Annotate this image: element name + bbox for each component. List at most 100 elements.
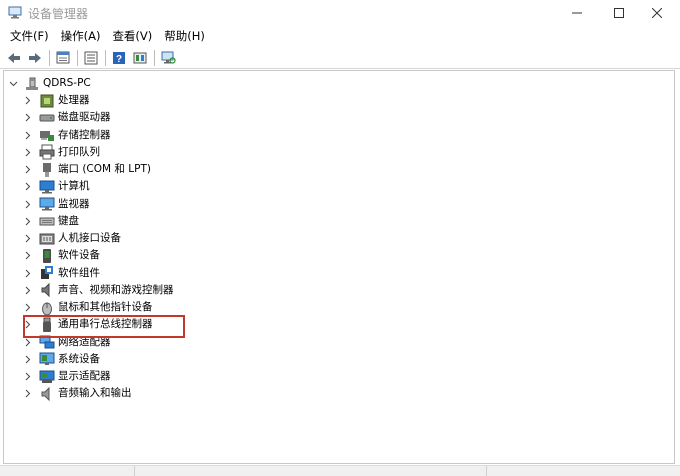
expander[interactable] [22, 265, 34, 282]
chevron-right-icon [25, 338, 31, 346]
expander[interactable] [22, 230, 34, 247]
close-button[interactable] [634, 0, 680, 26]
toolbar: ? [0, 47, 680, 69]
menu-file[interactable]: 文件(F) [4, 27, 55, 46]
minimize-button[interactable] [554, 0, 600, 26]
forward-button[interactable] [25, 49, 45, 67]
device-manager-app-icon [8, 6, 22, 19]
chevron-right-icon [25, 355, 31, 364]
expander[interactable] [22, 161, 34, 178]
properties-icon [56, 51, 70, 64]
toolbar-separator [77, 49, 78, 66]
tree-root-label: QDRS-PC [43, 77, 91, 89]
toolbar-separator [105, 49, 106, 66]
help-icon: ? [113, 51, 125, 65]
chevron-right-icon [25, 96, 31, 105]
title-bar: 设备管理器 [0, 0, 680, 26]
back-button[interactable] [4, 49, 24, 67]
tree-item-label: 声音、视频和游戏控制器 [58, 283, 174, 296]
expander[interactable] [22, 213, 34, 230]
chevron-right-icon [25, 372, 31, 381]
display-adapter-icon [39, 369, 55, 385]
chevron-right-icon [25, 148, 31, 157]
system-device-icon [39, 351, 55, 367]
chevron-down-icon [9, 81, 17, 87]
expander[interactable] [22, 109, 34, 126]
properties-button[interactable] [53, 49, 73, 67]
tree-item-label: 软件组件 [58, 266, 100, 279]
tree-item[interactable]: 软件设备 [22, 247, 100, 264]
tree-item[interactable]: 存储控制器 [22, 127, 111, 144]
chevron-right-icon [25, 217, 31, 226]
tree-item-label: 监视器 [58, 197, 90, 210]
tree-item-label: 打印队列 [58, 145, 100, 158]
hid-icon [39, 231, 55, 247]
tree-item-label: 软件设备 [58, 249, 100, 262]
menu-help[interactable]: 帮助(H) [158, 27, 211, 46]
expander[interactable] [22, 178, 34, 195]
tree-item-label: 处理器 [58, 94, 90, 106]
tree-item[interactable]: 声音、视频和游戏控制器 [22, 282, 174, 299]
expander[interactable] [22, 196, 34, 213]
update-driver-button[interactable] [130, 49, 150, 67]
menu-view[interactable]: 查看(V) [106, 27, 158, 46]
back-arrow-icon [8, 52, 20, 63]
monitor-scan-icon [161, 51, 176, 64]
minimize-icon [572, 12, 582, 14]
expander[interactable] [22, 385, 34, 402]
expander[interactable] [22, 92, 34, 109]
expander[interactable] [22, 144, 34, 161]
keyboard-icon [39, 213, 55, 229]
tree-item-label: 音频输入和输出 [58, 387, 132, 400]
tree-item-label: 端口 (COM 和 LPT) [58, 163, 151, 175]
tree-item-label: 显示适配器 [58, 370, 111, 382]
tree-item-label: 键盘 [58, 214, 79, 227]
tree-item[interactable]: 音频输入和输出 [22, 385, 132, 402]
status-bar [0, 465, 680, 476]
chevron-right-icon [25, 200, 31, 208]
expander[interactable] [22, 282, 34, 299]
menu-bar: 文件(F) 操作(A) 查看(V) 帮助(H) [0, 27, 680, 46]
audio-io-icon [39, 386, 55, 402]
window-title: 设备管理器 [28, 7, 89, 21]
monitor-icon [39, 196, 55, 212]
tree-item[interactable]: 监视器 [22, 196, 90, 213]
storage-controller-icon [39, 127, 55, 143]
tree-item-label: 系统设备 [58, 352, 100, 365]
chevron-right-icon [25, 389, 31, 398]
list-view-button[interactable] [81, 49, 101, 67]
expander[interactable] [22, 368, 34, 385]
tree-item[interactable]: 鼠标和其他指针设备 [22, 299, 153, 316]
svg-text:?: ? [116, 54, 122, 65]
tree-item[interactable]: 键盘 [22, 213, 79, 230]
status-divider [134, 466, 135, 476]
computer-icon [39, 179, 55, 195]
tree-item[interactable]: 软件组件 [22, 265, 100, 282]
tree-item[interactable]: 处理器 [22, 92, 90, 109]
tree-item[interactable]: 计算机 [22, 178, 90, 195]
chevron-right-icon [25, 113, 31, 122]
expander[interactable] [22, 351, 34, 368]
tree-item[interactable]: 人机接口设备 [22, 230, 121, 247]
tree-item[interactable]: 端口 (COM 和 LPT) [22, 161, 151, 178]
scan-hardware-button[interactable] [158, 49, 178, 67]
printer-icon [39, 144, 55, 160]
expander[interactable] [7, 75, 19, 92]
tree-item[interactable]: 显示适配器 [22, 368, 111, 385]
tree-item[interactable]: 磁盘驱动器 [22, 109, 111, 126]
tree-root[interactable]: QDRS-PC [7, 75, 91, 92]
close-icon [652, 8, 662, 18]
expander[interactable] [22, 247, 34, 264]
help-button[interactable]: ? [109, 49, 129, 67]
menu-action[interactable]: 操作(A) [55, 27, 107, 46]
chevron-right-icon [25, 131, 31, 139]
chevron-right-icon [25, 234, 31, 243]
device-tree[interactable]: QDRS-PC 处理器磁盘驱动器 存储控制器 打印队列端口 (COM 和 LPT) 计… [3, 70, 675, 464]
tree-item[interactable]: 打印队列 [22, 144, 100, 161]
tree-item[interactable]: 系统设备 [22, 351, 100, 368]
chevron-right-icon [25, 303, 31, 312]
tree-item-label: 人机接口设备 [58, 232, 121, 244]
expander[interactable] [22, 299, 34, 316]
expander[interactable] [22, 127, 34, 144]
processor-icon [39, 93, 55, 109]
